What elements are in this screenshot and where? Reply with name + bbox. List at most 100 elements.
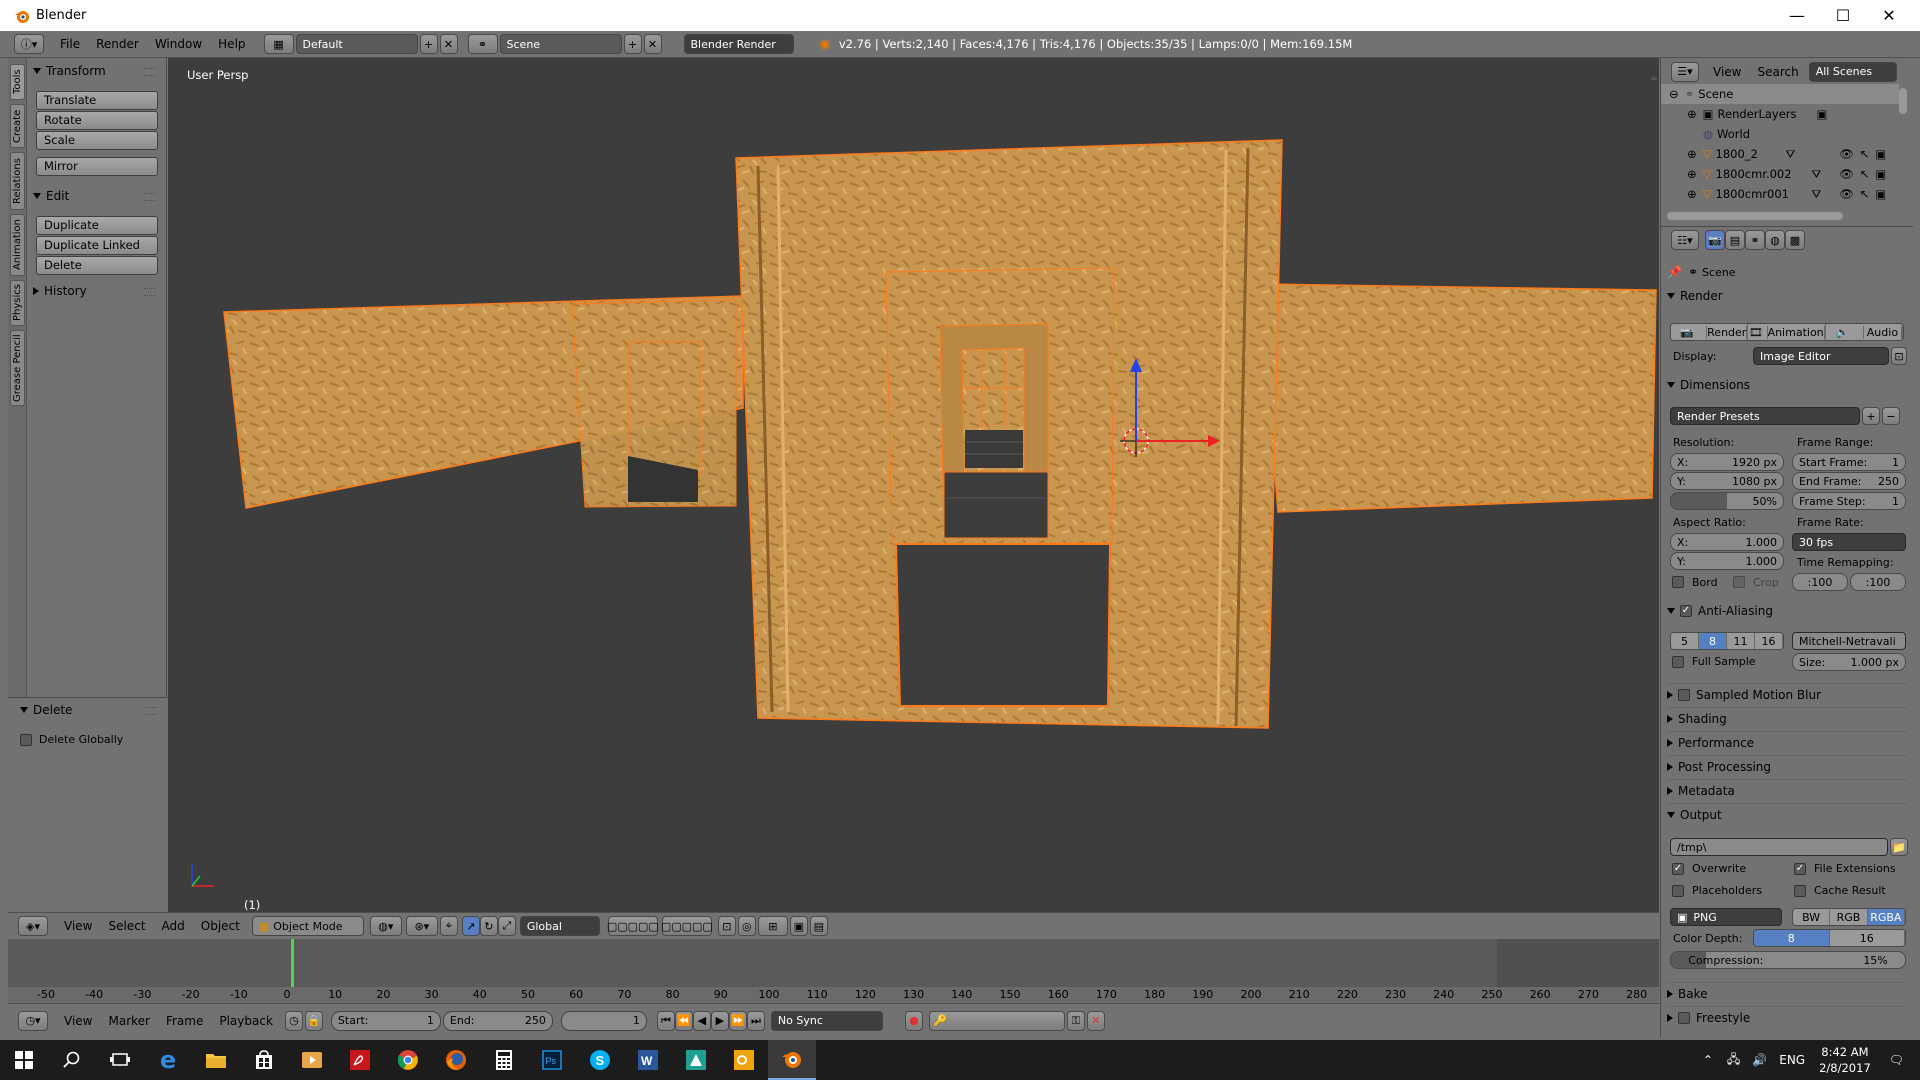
outliner-item-world[interactable]: ◍ World (1661, 124, 1899, 144)
aspect-y-field[interactable]: Y: 1.000 (1670, 552, 1784, 570)
expand-icon[interactable]: ⊖ (1669, 87, 1679, 101)
app-icon[interactable] (672, 1040, 720, 1080)
search-icon[interactable] (48, 1040, 96, 1080)
expand-icon[interactable]: ⊕ (1687, 187, 1697, 201)
file-format-dropdown[interactable]: ▣ PNG (1670, 908, 1782, 926)
scene-icon[interactable]: ⚭ (467, 34, 498, 54)
menu-frame[interactable]: Frame (158, 1014, 211, 1028)
outliner-item-1800cmr001[interactable]: ⊕ ▽ 1800cmr001 ⛛ 👁 ↖ ▣ (1661, 184, 1899, 204)
tab-animation[interactable]: Animation (10, 214, 25, 276)
tab-relations[interactable]: Relations (10, 152, 25, 210)
remap-new-field[interactable]: :100 (1850, 573, 1906, 591)
duplicate-button[interactable]: Duplicate (36, 216, 158, 235)
world-tab-icon[interactable]: ◍ (1765, 230, 1785, 250)
color-mode-bw[interactable]: BW (1793, 909, 1831, 925)
drag-grip-icon[interactable] (145, 707, 157, 715)
delete-button[interactable]: Delete (36, 256, 158, 275)
border-checkbox[interactable] (1672, 576, 1684, 588)
compression-slider[interactable]: Compression: 15% (1670, 951, 1906, 969)
freestyle-checkbox[interactable] (1678, 1011, 1690, 1024)
visibility-eye-icon[interactable]: 👁 (1839, 187, 1854, 201)
tab-physics[interactable]: Physics (10, 280, 25, 326)
clock[interactable]: 8:42 AM 2/8/2017 (1819, 1044, 1871, 1076)
skype-icon[interactable]: S (576, 1040, 624, 1080)
photoshop-icon[interactable]: Ps (528, 1040, 576, 1080)
drag-grip-icon[interactable] (144, 288, 156, 296)
start-frame-field[interactable]: Start Frame: 1 (1792, 453, 1906, 471)
current-frame-field[interactable]: 1 (560, 1010, 647, 1031)
editor-type-outliner-icon[interactable]: ☰▾ (1671, 61, 1699, 82)
expand-icon[interactable]: ⊕ (1687, 107, 1697, 121)
file-extensions-checkbox[interactable]: ✓ (1794, 863, 1806, 875)
resolution-x-field[interactable]: X: 1920 px (1670, 453, 1784, 471)
resolution-y-field[interactable]: Y: 1080 px (1670, 472, 1784, 490)
anti-aliasing-checkbox[interactable]: ✓ (1680, 605, 1692, 617)
outlook-icon[interactable] (720, 1040, 768, 1080)
menu-render[interactable]: Render (88, 37, 147, 51)
folder-browse-icon[interactable]: 📁 (1890, 838, 1908, 856)
aa-samples-11[interactable]: 11 (1727, 633, 1755, 649)
outliner-scrollbar[interactable] (1899, 88, 1907, 114)
proportional-edit-icon[interactable]: ◎ (737, 916, 756, 936)
color-mode-rgba[interactable]: RGBA (1867, 909, 1905, 925)
jump-keyframe-back-icon[interactable]: ⏪ (674, 1010, 693, 1031)
insert-keyframe-icon[interactable]: ⚿ (1066, 1010, 1085, 1031)
crop-checkbox[interactable] (1733, 576, 1745, 588)
edge-browser-icon[interactable]: e (144, 1040, 192, 1080)
timeline-area[interactable]: -50 -40 -30 -20 -10 0 10 20 30 40 50 60 70 80 90 100 110… (8, 939, 1659, 1003)
acrobat-icon[interactable] (336, 1040, 384, 1080)
pivot-point-icon[interactable]: ⊛▾ (405, 916, 438, 936)
tab-grease-pencil[interactable]: Grease Pencil (10, 330, 25, 406)
expand-icon[interactable]: ⊕ (1687, 147, 1697, 161)
aa-samples-16[interactable]: 16 (1755, 633, 1783, 649)
render-camera-icon[interactable]: ▣ (1875, 147, 1886, 161)
menu-select[interactable]: Select (100, 919, 153, 933)
menu-marker[interactable]: Marker (100, 1014, 157, 1028)
scale-manipulator-icon[interactable]: ⤢ (497, 916, 516, 936)
editor-type-timeline-icon[interactable]: ◷▾ (18, 1010, 48, 1031)
render-button[interactable]: 📷 Render (1671, 324, 1749, 340)
editor-type-3dview-icon[interactable]: ◈▾ (18, 916, 48, 936)
visibility-eye-icon[interactable]: 👁 (1839, 167, 1854, 181)
tab-tools[interactable]: Tools (10, 64, 25, 100)
close-button[interactable]: ✕ (1866, 0, 1912, 31)
menu-add[interactable]: Add (154, 919, 193, 933)
animation-button[interactable]: 🎞 Animation (1748, 324, 1826, 340)
menu-view[interactable]: View (1705, 65, 1749, 79)
frame-step-field[interactable]: Frame Step: 1 (1792, 492, 1906, 510)
menu-view[interactable]: View (56, 919, 100, 933)
dimensions-panel-header[interactable]: Dimensions (1667, 374, 1907, 396)
screen-layout-field[interactable]: Default (295, 34, 418, 54)
motion-blur-checkbox[interactable] (1678, 688, 1690, 701)
menu-file[interactable]: File (52, 37, 88, 51)
sync-mode-dropdown[interactable]: No Sync (770, 1010, 883, 1031)
color-depth-16[interactable]: 16 (1829, 930, 1905, 946)
calculator-icon[interactable] (480, 1040, 528, 1080)
blender-taskbar-icon[interactable] (768, 1040, 816, 1080)
lock-interface-icon[interactable]: ⊡ (1891, 347, 1907, 365)
chrome-icon[interactable] (384, 1040, 432, 1080)
scene-field[interactable]: Scene (499, 34, 622, 54)
performance-panel-header[interactable]: Performance (1667, 731, 1907, 753)
output-path-field[interactable]: /tmp\ (1670, 838, 1888, 856)
play-reverse-icon[interactable]: ◀ (692, 1010, 711, 1031)
transform-panel-header[interactable]: Transform (27, 60, 106, 82)
menu-object[interactable]: Object (193, 919, 248, 933)
history-panel-header[interactable]: History (27, 280, 87, 302)
preview-range-icon[interactable]: ◷ (284, 1010, 303, 1031)
editor-type-properties-icon[interactable]: ☷▾ (1671, 230, 1699, 250)
task-view-icon[interactable] (96, 1040, 144, 1080)
metadata-panel-header[interactable]: Metadata (1667, 779, 1907, 801)
aa-filter-dropdown[interactable]: Mitchell-Netravali (1792, 632, 1906, 650)
transform-orientation-dropdown[interactable]: Global (519, 916, 600, 936)
outliner-item-1800cmr-002[interactable]: ⊕ ▽ 1800cmr.002 ⛛ 👁 ↖ ▣ (1661, 164, 1899, 184)
menu-search[interactable]: Search (1749, 65, 1806, 79)
outliner-item-1800-2[interactable]: ⊕ ▽ 1800_2 ⛛ 👁 ↖ ▣ (1661, 144, 1899, 164)
add-layout-icon[interactable]: + (419, 34, 438, 54)
remap-old-field[interactable]: :100 (1792, 573, 1848, 591)
keying-set-field[interactable]: 🔑 (928, 1010, 1065, 1031)
operator-panel-header[interactable]: Delete (14, 699, 72, 721)
render-camera-icon[interactable]: ▣ (1875, 167, 1886, 181)
3d-viewport[interactable]: User Persp (1) (168, 58, 1659, 924)
remove-layout-icon[interactable]: ✕ (439, 34, 458, 54)
